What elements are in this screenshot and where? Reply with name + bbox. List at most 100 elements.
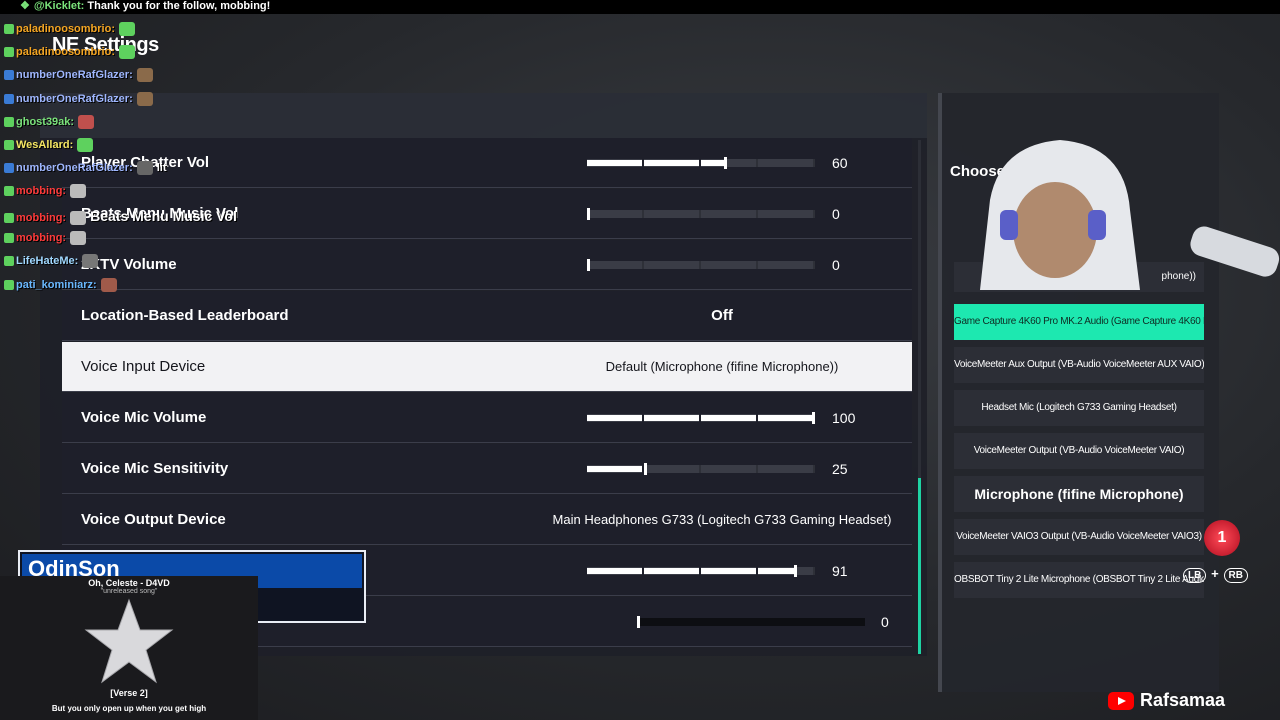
slider-value: 60 <box>832 155 848 171</box>
song-subtitle: "unreleased song" <box>100 588 158 595</box>
lyric-verse: [Verse 2] <box>110 688 148 698</box>
select-value: Main Headphones G733 (Logitech G733 Gami… <box>552 512 892 527</box>
chat-message: numberOneRafGlazer: <box>4 68 153 82</box>
slider-handle[interactable] <box>723 157 727 169</box>
slider-value: 25 <box>832 461 848 477</box>
chat-message: numberOneRafGlazer: <box>4 92 153 106</box>
slider-segment <box>644 261 699 269</box>
chat-badge-icon <box>4 70 14 80</box>
slider-handle[interactable] <box>812 412 815 424</box>
slider-notch <box>699 414 701 422</box>
device-option[interactable]: OBSBOT Tiny 2 Lite Microphone (OBSBOT Ti… <box>954 562 1204 598</box>
volume-slider[interactable] <box>587 208 815 220</box>
emote-icon <box>82 254 99 268</box>
chat-text: lit <box>156 161 167 174</box>
chat-message: mobbing: <box>4 184 87 198</box>
chat-text: Beats Menu Music Vol <box>90 208 237 224</box>
chat-message: paladinoosombrio: <box>4 45 135 59</box>
slider-segment <box>758 465 813 473</box>
emote-icon <box>78 115 95 129</box>
chat-username: paladinoosombrio: <box>16 22 115 35</box>
slider-segment <box>758 261 813 269</box>
settings-row-label: Voice Mic Volume <box>81 409 207 426</box>
scrollbar[interactable] <box>918 140 921 654</box>
emote-icon <box>119 45 135 59</box>
slider-value: 0 <box>832 257 840 273</box>
slider-fill <box>587 160 724 166</box>
slider-notch <box>642 567 644 575</box>
emote-icon <box>100 278 117 292</box>
chat-badge-icon <box>4 233 14 243</box>
chat-message: ghost39ak: <box>4 115 95 129</box>
chat-username: numberOneRafGlazer: <box>16 161 133 174</box>
volume-slider[interactable] <box>587 565 815 577</box>
slider-handle[interactable] <box>644 463 647 475</box>
emote-icon <box>136 161 153 175</box>
slider-segment <box>701 465 756 473</box>
chat-username: numberOneRafGlazer: <box>16 68 133 81</box>
channel-watermark: Rafsamaa <box>1108 690 1225 711</box>
scrollbar-thumb[interactable] <box>918 478 921 654</box>
chat-message: numberOneRafGlazer: lit <box>4 161 167 175</box>
settings-row-label: Voice Input Device <box>81 358 206 375</box>
slider-value: 91 <box>832 563 848 579</box>
device-option[interactable]: Game Capture 4K60 Pro MK.2 Audio (Game C… <box>954 304 1204 340</box>
slider-handle[interactable] <box>794 565 798 577</box>
device-option[interactable]: Headset Mic (Logitech G733 Gaming Headse… <box>954 390 1204 426</box>
settings-row[interactable]: Voice Mic Volume 100 <box>62 393 912 443</box>
webcam-overlay <box>960 140 1280 290</box>
star-icon <box>84 598 174 684</box>
slider-segment <box>644 465 699 473</box>
slider-notch <box>756 414 758 422</box>
emote-icon <box>70 184 87 198</box>
badge-icon: ❖ <box>20 0 30 12</box>
chat-message: WesAllard: <box>4 138 94 152</box>
settings-row[interactable]: Location-Based Leaderboard Off <box>62 291 912 341</box>
slider-notch <box>642 414 644 422</box>
chat-badge-icon <box>4 163 14 173</box>
volume-slider[interactable] <box>587 157 815 169</box>
slider-segment <box>694 618 749 626</box>
device-option[interactable]: VoiceMeeter Output (VB-Audio VoiceMeeter… <box>954 433 1204 469</box>
chat-message: paladinoosombrio: <box>4 22 135 36</box>
chat-username: ghost39ak: <box>16 115 75 128</box>
chat-badge-icon <box>4 94 14 104</box>
slider-segment <box>587 261 642 269</box>
volume-slider[interactable] <box>587 412 815 424</box>
settings-row[interactable]: Voice Mic Sensitivity 25 <box>62 444 912 494</box>
slider-segment <box>751 618 806 626</box>
settings-row[interactable]: 2KTV Volume 0 <box>62 240 912 290</box>
emote-icon <box>136 92 153 106</box>
device-option[interactable]: VoiceMeeter Aux Output (VB-Audio VoiceMe… <box>954 347 1204 383</box>
chat-username: mobbing: <box>16 231 67 244</box>
settings-row[interactable]: Voice Output Device Main Headphones G733 … <box>62 495 912 545</box>
slider-handle[interactable] <box>637 616 640 628</box>
device-option[interactable]: VoiceMeeter VAIO3 Output (VB-Audio Voice… <box>954 519 1204 555</box>
settings-row[interactable]: Voice Input Device Default (Microphone (f… <box>62 342 912 392</box>
chat-username: numberOneRafGlazer: <box>16 92 133 105</box>
chat-badge-icon <box>4 186 14 196</box>
slider-handle[interactable] <box>587 208 590 220</box>
banner-message: Thank you for the follow, mobbing! <box>87 0 271 12</box>
volume-slider[interactable] <box>637 616 865 628</box>
toggle-value: Off <box>711 307 733 324</box>
slider-handle[interactable] <box>587 259 590 271</box>
slider-value: 100 <box>832 410 856 426</box>
notification-badge: 1 <box>1204 520 1240 556</box>
device-option[interactable]: Microphone (fifine Microphone) <box>954 476 1204 512</box>
chat-username: pati_kominiarz: <box>16 278 97 291</box>
slider-fill <box>587 415 815 421</box>
slider-notch <box>642 159 644 167</box>
volume-slider[interactable] <box>587 259 815 271</box>
settings-row[interactable]: Player Chatter Vol 60 <box>62 138 912 188</box>
chat-username: LifeHateMe: <box>16 254 79 267</box>
channel-name: Rafsamaa <box>1140 690 1226 710</box>
chat-message: mobbing: <box>4 231 87 245</box>
slider-value: 0 <box>881 614 889 630</box>
slider-notch <box>699 159 701 167</box>
chat-badge-icon <box>4 140 14 150</box>
youtube-icon <box>1108 692 1134 711</box>
chat-message: LifeHateMe: <box>4 254 99 268</box>
chat-badge-icon <box>4 213 14 224</box>
volume-slider[interactable] <box>587 463 815 475</box>
